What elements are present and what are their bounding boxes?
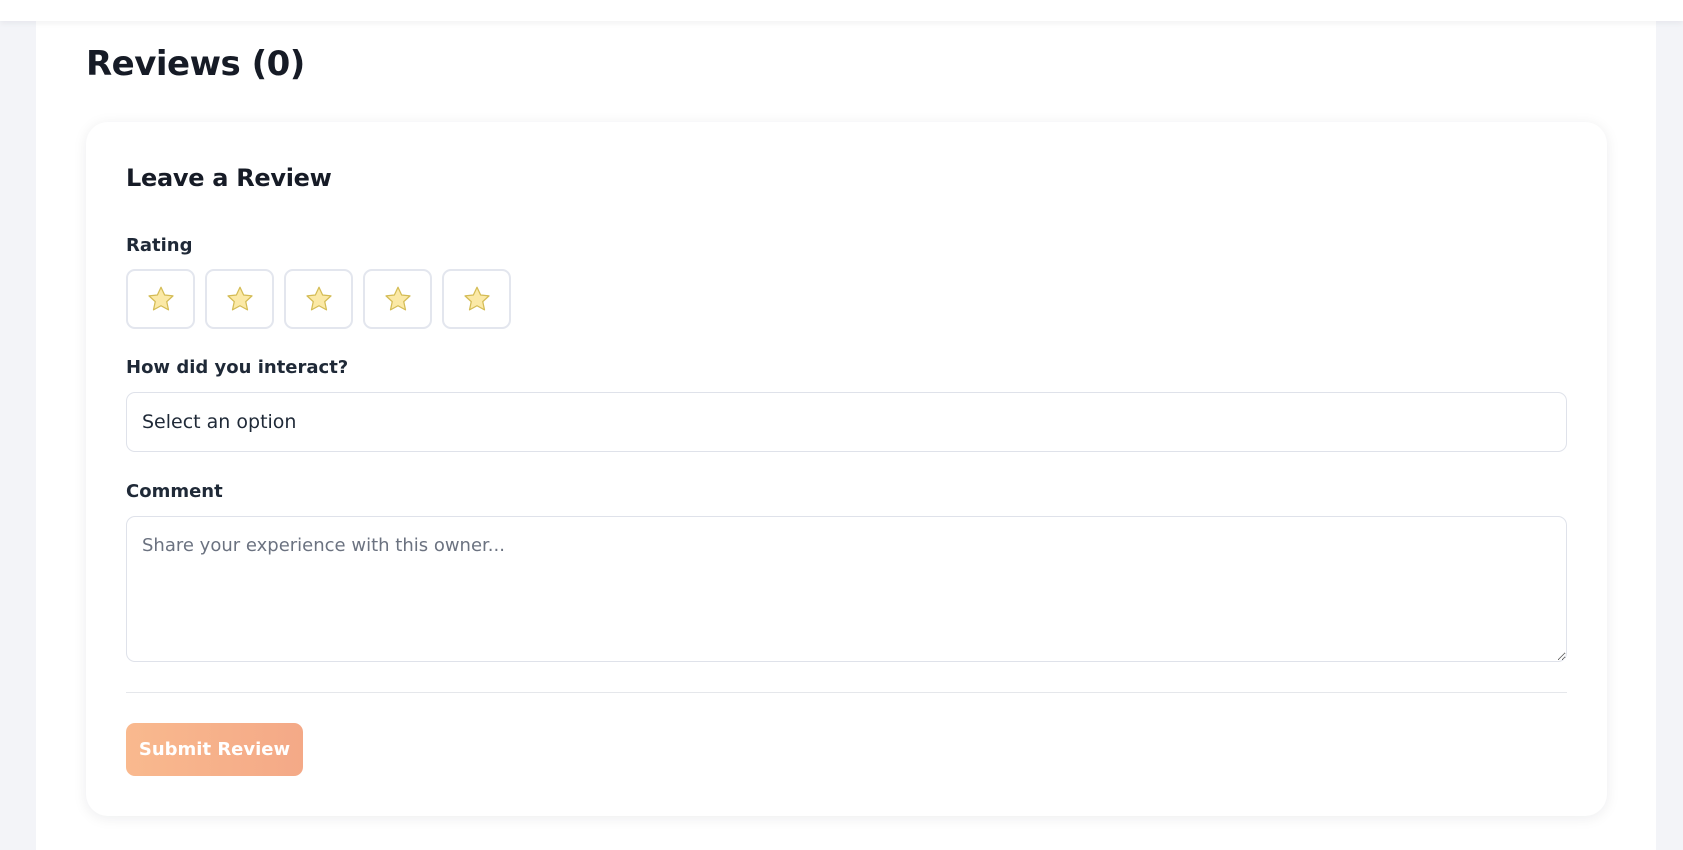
interaction-label: How did you interact? [126, 357, 349, 378]
interaction-select-value: Select an option [142, 411, 297, 433]
star-button-5[interactable] [442, 269, 511, 329]
rating-stars [126, 269, 511, 329]
comment-label: Comment [126, 481, 223, 502]
star-button-1[interactable] [126, 269, 195, 329]
interaction-select[interactable]: Select an option [126, 392, 1567, 452]
star-icon [384, 286, 411, 311]
form-divider [126, 692, 1567, 693]
star-icon [147, 286, 174, 311]
submit-review-button[interactable]: Submit Review [126, 723, 303, 776]
rating-label: Rating [126, 235, 193, 256]
comment-textarea[interactable] [126, 516, 1567, 662]
star-button-2[interactable] [205, 269, 274, 329]
leave-review-title: Leave a Review [126, 164, 332, 192]
star-button-4[interactable] [363, 269, 432, 329]
reviews-title: Reviews (0) [86, 44, 305, 84]
top-bar [0, 0, 1683, 21]
main-panel: Reviews (0) Leave a Review Rating How di… [36, 0, 1656, 850]
star-icon [305, 286, 332, 311]
star-icon [226, 286, 253, 311]
star-icon [463, 286, 490, 311]
leave-review-card: Leave a Review Rating How did you intera… [86, 122, 1607, 816]
star-button-3[interactable] [284, 269, 353, 329]
